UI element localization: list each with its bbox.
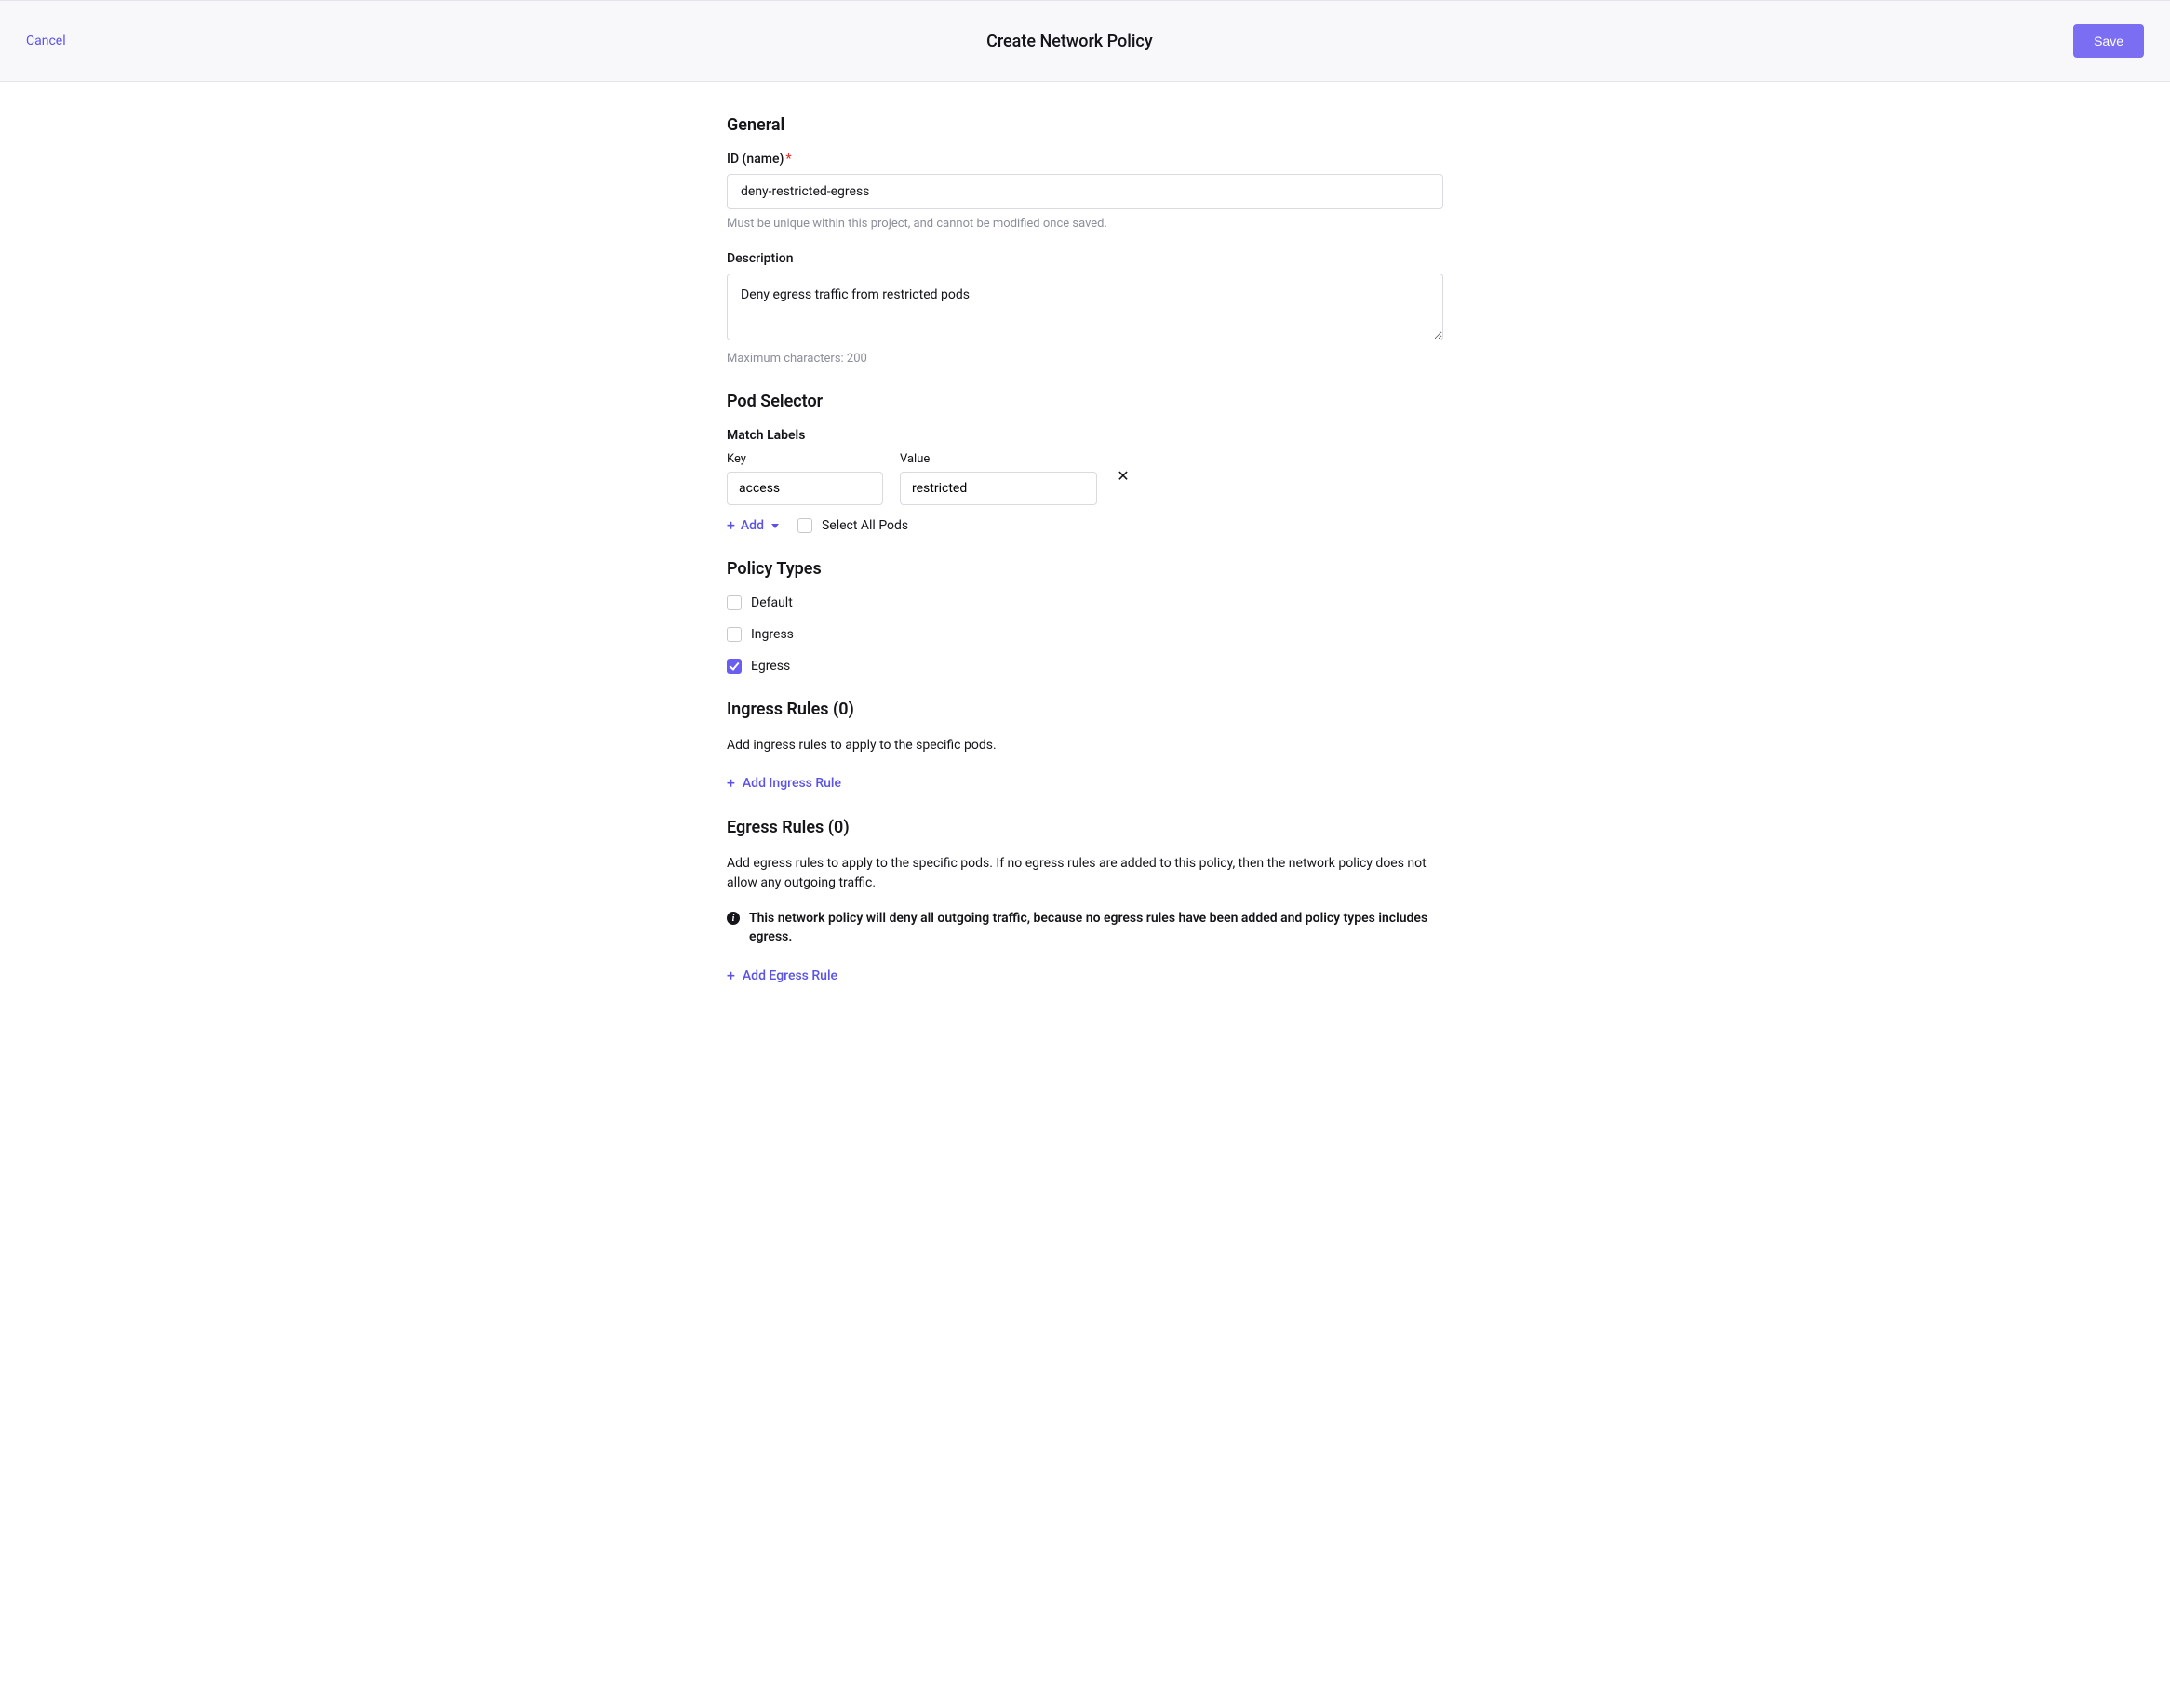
plus-icon: + (727, 967, 735, 984)
select-all-pods-row: Select All Pods (797, 518, 908, 533)
id-label-text: ID (name) (727, 152, 784, 167)
match-label-value-input[interactable] (900, 472, 1097, 505)
plus-icon: + (727, 518, 735, 533)
egress-info-text: This network policy will deny all outgoi… (749, 910, 1443, 946)
save-button[interactable]: Save (2073, 24, 2144, 58)
id-help-text: Must be unique within this project, and … (727, 217, 1443, 231)
key-column-label: Key (727, 452, 883, 466)
plus-icon: + (727, 774, 735, 792)
egress-info-row: i This network policy will deny all outg… (727, 910, 1443, 946)
policy-type-default-checkbox[interactable] (727, 595, 742, 610)
section-heading-general: General (727, 115, 1443, 135)
description-help-text: Maximum characters: 200 (727, 352, 1443, 366)
policy-type-ingress-row: Ingress (727, 627, 1443, 642)
match-labels-heading: Match Labels (727, 428, 1443, 443)
section-heading-policy-types: Policy Types (727, 559, 1443, 579)
match-label-row: Key Value ✕ (727, 452, 1443, 505)
field-id: ID (name)* Must be unique within this pr… (727, 152, 1443, 231)
description-input[interactable] (727, 274, 1443, 340)
remove-row-icon[interactable]: ✕ (1114, 467, 1132, 485)
add-ingress-rule-text: Add Ingress Rule (743, 776, 841, 791)
add-ingress-rule-button[interactable]: + Add Ingress Rule (727, 774, 841, 792)
section-heading-ingress-rules: Ingress Rules (0) (727, 700, 1443, 719)
ingress-description: Add ingress rules to apply to the specif… (727, 736, 1443, 755)
add-label-button[interactable]: + Add (727, 518, 779, 533)
policy-type-default-label: Default (751, 595, 793, 610)
add-egress-rule-button[interactable]: + Add Egress Rule (727, 967, 837, 984)
required-indicator: * (785, 152, 791, 167)
match-label-key-col: Key (727, 452, 883, 505)
add-egress-rule-text: Add Egress Rule (743, 968, 837, 983)
top-bar: Cancel Create Network Policy Save (0, 0, 2170, 82)
value-column-label: Value (900, 452, 1097, 466)
policy-type-ingress-label: Ingress (751, 627, 794, 642)
add-label-text: Add (741, 518, 764, 533)
field-description: Description Maximum characters: 200 (727, 251, 1443, 366)
section-heading-egress-rules: Egress Rules (0) (727, 818, 1443, 837)
select-all-pods-label: Select All Pods (822, 518, 908, 533)
section-heading-pod-selector: Pod Selector (727, 392, 1443, 411)
policy-type-ingress-checkbox[interactable] (727, 627, 742, 642)
add-label-row: + Add Select All Pods (727, 518, 1443, 533)
description-label: Description (727, 251, 1443, 266)
policy-type-default-row: Default (727, 595, 1443, 610)
cancel-button[interactable]: Cancel (26, 33, 66, 48)
match-label-key-input[interactable] (727, 472, 883, 505)
info-icon: i (727, 912, 740, 925)
caret-down-icon (771, 524, 779, 528)
form-content: General ID (name)* Must be unique within… (727, 82, 1443, 1040)
match-label-value-col: Value (900, 452, 1097, 505)
page-title: Create Network Policy (986, 32, 1153, 51)
policy-type-egress-row: Egress (727, 659, 1443, 674)
policy-type-egress-label: Egress (751, 659, 790, 674)
egress-description: Add egress rules to apply to the specifi… (727, 854, 1443, 893)
id-label: ID (name)* (727, 152, 1443, 167)
select-all-pods-checkbox[interactable] (797, 518, 812, 533)
id-input[interactable] (727, 174, 1443, 209)
policy-type-egress-checkbox[interactable] (727, 659, 742, 674)
